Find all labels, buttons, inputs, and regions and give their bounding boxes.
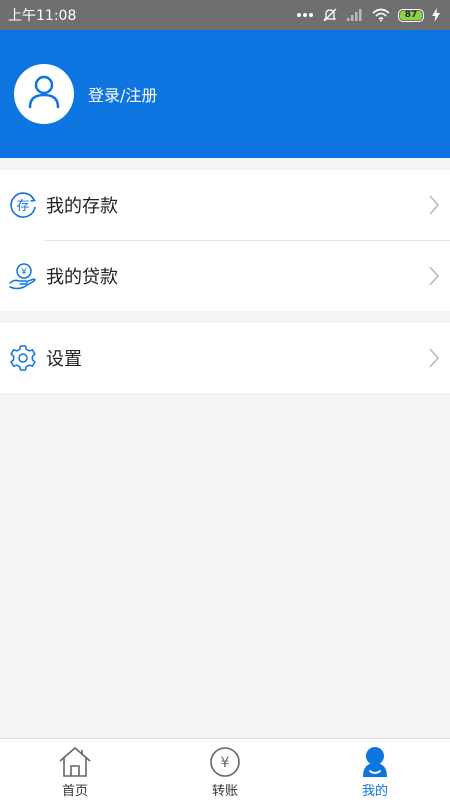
- menu-item-label: 设置: [46, 349, 82, 370]
- status-time: 上午11:08: [8, 8, 77, 24]
- yen-icon: ¥: [209, 745, 241, 779]
- battery-indicator: 87: [398, 8, 424, 22]
- menu-item-settings[interactable]: 设置: [0, 323, 450, 393]
- user-filled-icon: [360, 745, 390, 779]
- loan-icon: ¥: [8, 261, 38, 291]
- charging-icon: [432, 8, 440, 22]
- chevron-right-icon: [428, 265, 440, 287]
- battery-level: 87: [400, 10, 422, 20]
- svg-text:存: 存: [16, 199, 29, 214]
- menu-item-label: 我的存款: [46, 196, 118, 217]
- user-outline-icon: [27, 74, 61, 114]
- menu-item-label: 我的贷款: [46, 267, 118, 288]
- chevron-right-icon: [428, 347, 440, 369]
- menu-item-deposits[interactable]: 存 我的存款: [0, 170, 450, 240]
- more-dots-icon: [296, 12, 314, 18]
- status-bar: 上午11:08 87: [0, 0, 450, 30]
- svg-text:¥: ¥: [221, 755, 230, 771]
- login-register-link[interactable]: 登录/注册: [88, 82, 157, 106]
- app-root: 上午11:08 87 登录/注册 存 我的存款 ¥ 我的贷款 设置 首页 ¥ 转…: [0, 0, 450, 800]
- avatar[interactable]: [14, 64, 74, 124]
- tab-label: 我的: [361, 784, 388, 799]
- menu-item-loans[interactable]: ¥ 我的贷款: [0, 241, 450, 311]
- tab-home[interactable]: 首页: [0, 739, 150, 800]
- deposit-icon: 存: [8, 190, 38, 220]
- tab-transfer[interactable]: ¥ 转账: [150, 739, 300, 800]
- menu-group-accounts: 存 我的存款 ¥ 我的贷款: [0, 170, 450, 311]
- tab-label: 转账: [211, 784, 238, 799]
- menu-group-settings: 设置: [0, 323, 450, 393]
- wifi-icon: [372, 8, 390, 22]
- profile-header: 登录/注册: [0, 30, 450, 158]
- gear-icon: [8, 343, 38, 373]
- battery-body: 87: [398, 8, 424, 22]
- tab-mine[interactable]: 我的: [300, 739, 450, 800]
- svg-text:¥: ¥: [21, 268, 27, 278]
- chevron-right-icon: [428, 194, 440, 216]
- mute-icon: [322, 7, 338, 23]
- tab-label: 首页: [61, 784, 88, 799]
- signal-icon: [346, 8, 364, 22]
- home-icon: [58, 745, 92, 779]
- status-icons: 87: [296, 7, 440, 23]
- bottom-nav: 首页 ¥ 转账 我的: [0, 738, 450, 800]
